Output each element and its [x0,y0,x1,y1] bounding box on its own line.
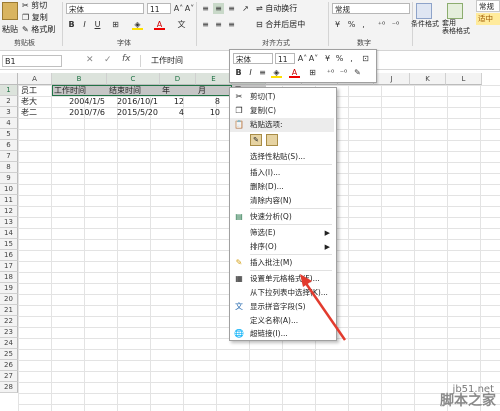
watermark-site-name: 脚本之家 [440,393,496,409]
annotation-arrow [300,274,347,341]
